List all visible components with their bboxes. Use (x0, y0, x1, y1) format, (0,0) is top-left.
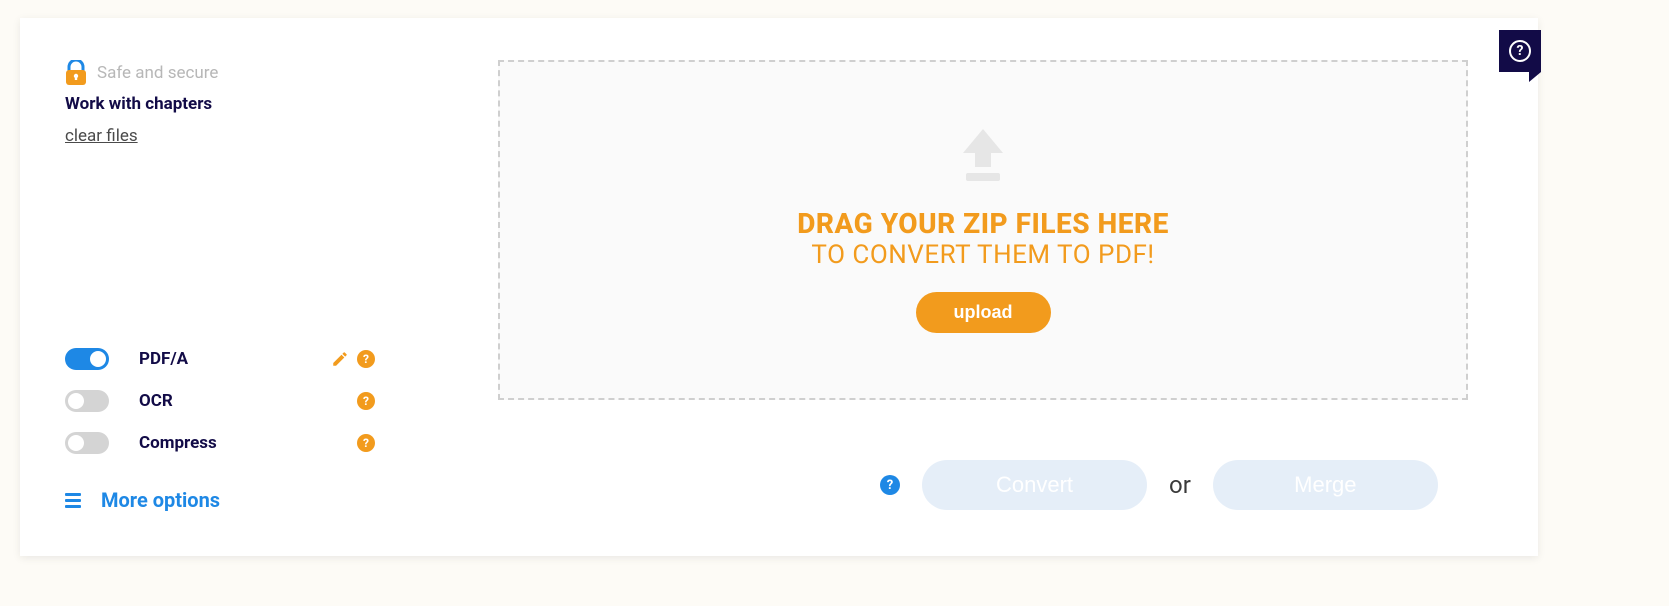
help-icon: ? (1509, 40, 1531, 62)
drag-subtitle: TO CONVERT THEM TO PDF! (811, 240, 1154, 270)
pencil-icon[interactable] (331, 350, 349, 368)
more-options-button[interactable]: More options (65, 488, 220, 512)
upload-button[interactable]: upload (916, 292, 1051, 333)
help-icon-compress[interactable]: ? (357, 434, 375, 452)
more-options-label: More options (101, 488, 220, 512)
clear-files-link[interactable]: clear files (65, 126, 138, 146)
main-card: Safe and secure Work with chapters clear… (20, 18, 1538, 556)
lock-icon (65, 60, 87, 86)
toggle-label-compress: Compress (139, 433, 357, 453)
toggle-label-pdfa: PDF/A (139, 349, 331, 369)
convert-button[interactable]: Convert (922, 460, 1147, 510)
toggle-row-ocr: OCR ? (65, 380, 375, 422)
help-icon-ocr[interactable]: ? (357, 392, 375, 410)
toggle-row-pdfa: PDF/A ? (65, 338, 375, 380)
toggle-ocr[interactable] (65, 390, 109, 412)
toggle-compress[interactable] (65, 432, 109, 454)
left-column: Safe and secure Work with chapters clear… (65, 60, 445, 146)
upload-icon (948, 127, 1018, 187)
toggle-list: PDF/A ? OCR ? Compress ? (65, 338, 375, 464)
toggle-pdfa[interactable] (65, 348, 109, 370)
safe-secure-label: Safe and secure (97, 63, 218, 83)
dropzone[interactable]: DRAG YOUR ZIP FILES HERE TO CONVERT THEM… (498, 60, 1468, 400)
hamburger-icon (65, 493, 81, 508)
help-icon-pdfa[interactable]: ? (357, 350, 375, 368)
help-icon-actions[interactable]: ? (880, 475, 900, 495)
corner-help-button[interactable]: ? (1499, 30, 1541, 72)
work-with-chapters-label: Work with chapters (65, 94, 445, 114)
bottom-actions: ? Convert or Merge (880, 460, 1438, 510)
merge-button[interactable]: Merge (1213, 460, 1438, 510)
toggle-row-compress: Compress ? (65, 422, 375, 464)
safe-secure-row: Safe and secure (65, 60, 445, 86)
toggle-label-ocr: OCR (139, 391, 357, 411)
or-label: or (1169, 471, 1191, 499)
drag-title: DRAG YOUR ZIP FILES HERE (797, 207, 1169, 240)
